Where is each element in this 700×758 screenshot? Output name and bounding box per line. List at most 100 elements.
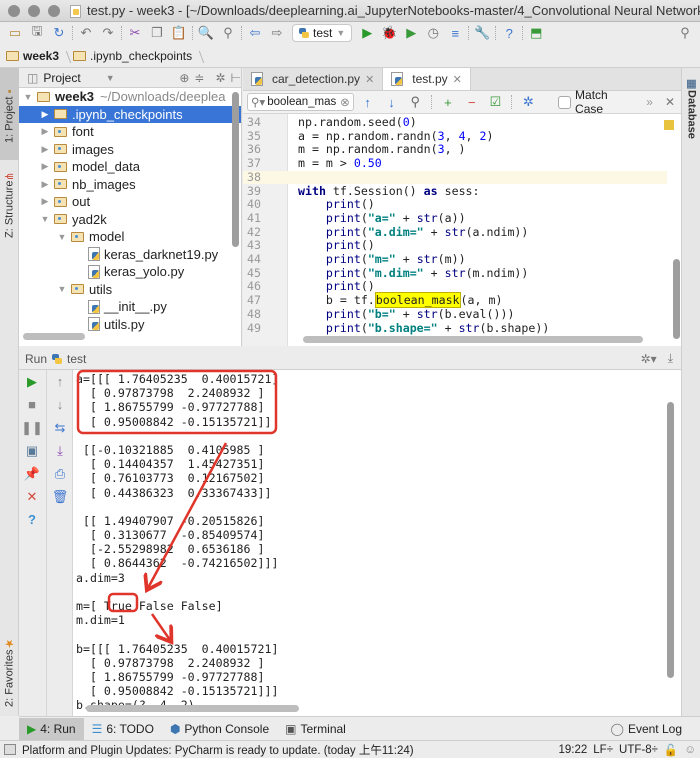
tab-project[interactable]: 1: Project ▪	[0, 68, 19, 160]
search-everywhere-icon[interactable]: ⚲	[674, 23, 696, 43]
breadcrumb-item[interactable]: .ipynb_checkpoints	[73, 49, 202, 63]
find-icon[interactable]: 🔍	[195, 23, 217, 43]
collapse-arrow-icon[interactable]: ▼	[57, 232, 67, 242]
back-icon[interactable]: ⇦	[244, 23, 266, 43]
debug-icon[interactable]: 🐞	[378, 23, 400, 43]
chevron-down-icon[interactable]: ▼	[106, 73, 115, 83]
forward-icon[interactable]: ⇨	[266, 23, 288, 43]
replace-icon[interactable]: ⚲	[217, 23, 239, 43]
sync-icon[interactable]: ↻	[48, 23, 70, 43]
line-separator-select[interactable]: LF÷	[593, 744, 613, 756]
find-all-icon[interactable]: ⚲	[405, 94, 425, 110]
close-find-icon[interactable]: ✕	[665, 95, 675, 109]
pause-icon[interactable]: ❚❚	[19, 416, 45, 439]
collapse-all-icon[interactable]: ≑	[194, 71, 204, 85]
undo-icon[interactable]: ↶	[75, 23, 97, 43]
gear-icon[interactable]: ✲	[215, 71, 225, 85]
find-input[interactable]: ⚲▾ boolean_mas ⊗	[247, 93, 354, 111]
run-icon[interactable]: ▶	[356, 23, 378, 43]
open-folder-icon[interactable]: ▭	[4, 23, 26, 43]
expand-arrow-icon[interactable]: ▶	[40, 161, 50, 172]
gear-icon[interactable]: ✲	[518, 94, 538, 110]
run-config-tab[interactable]: test	[67, 352, 86, 366]
more-options-icon[interactable]: »	[646, 95, 653, 109]
project-horizontal-scrollbar[interactable]	[23, 333, 85, 340]
tree-item[interactable]: ▶ .ipynb_checkpoints	[19, 105, 241, 123]
tree-item[interactable]: ▼ week3 ~/Downloads/deeplea	[19, 88, 241, 106]
gear-icon[interactable]: ✲▾	[641, 352, 657, 366]
breadcrumb-item[interactable]: week3	[6, 49, 69, 63]
tree-item[interactable]: ▼ utils	[19, 281, 241, 299]
settings-icon[interactable]: 🔧	[471, 23, 493, 43]
tree-item[interactable]: ▶ out	[19, 193, 241, 211]
cut-icon[interactable]: ✂	[124, 23, 146, 43]
stop-icon[interactable]: ■	[19, 393, 45, 416]
bottom-tab[interactable]: ⬢ Python Console	[162, 718, 277, 740]
status-message[interactable]: Platform and Plugin Updates: PyCharm is …	[22, 742, 414, 758]
close-tab-icon[interactable]: ✕	[453, 73, 462, 86]
expand-arrow-icon[interactable]: ▶	[40, 126, 50, 137]
help-icon[interactable]: ?	[19, 508, 45, 531]
bottom-tab[interactable]: ▣ Terminal	[277, 718, 354, 740]
profile-icon[interactable]: ◷	[422, 23, 444, 43]
encoding-select[interactable]: UTF-8÷	[619, 744, 658, 756]
editor-tab[interactable]: test.py ✕	[383, 68, 471, 90]
clear-all-icon[interactable]: 🗑	[47, 485, 73, 508]
collapse-arrow-icon[interactable]: ▼	[57, 284, 67, 294]
bottom-tab[interactable]: ▶ 4: Run	[19, 717, 84, 740]
paste-icon[interactable]: 📋	[168, 23, 190, 43]
select-all-occurrences-icon[interactable]: ☑	[486, 94, 506, 110]
tab-favorites[interactable]: 2: Favorites ★	[0, 628, 19, 716]
tree-item[interactable]: ▼ yad2k	[19, 211, 241, 229]
console-horizontal-scrollbar[interactable]	[86, 705, 299, 712]
warning-marker[interactable]	[664, 120, 674, 130]
rerun-icon[interactable]: ▶	[19, 370, 45, 393]
console-output[interactable]: a=[[[ 1.76405235 0.40015721] [ 0.9787379…	[76, 370, 656, 712]
lock-icon[interactable]: 🔓	[664, 743, 678, 757]
close-tab-icon[interactable]: ✕	[365, 73, 374, 86]
next-occurrence-icon[interactable]: ↓	[382, 95, 402, 110]
scroll-up-icon[interactable]: ↑	[47, 370, 73, 393]
toggle-tool-windows-icon[interactable]	[4, 744, 16, 755]
hide-panel-icon[interactable]: ⊢	[231, 71, 241, 85]
tree-item[interactable]: keras_darknet19.py	[19, 246, 241, 264]
add-occurrence-icon[interactable]: +	[438, 95, 458, 110]
print-icon[interactable]: ⎙	[47, 462, 73, 485]
clear-search-icon[interactable]: ⊗	[340, 95, 350, 109]
coverage-icon[interactable]: ▶	[400, 23, 422, 43]
zoom-window-button[interactable]	[48, 4, 60, 17]
scroll-down-icon[interactable]: ↓	[47, 393, 73, 416]
inspector-icon[interactable]: ☺	[684, 744, 696, 756]
collapse-arrow-icon[interactable]: ▼	[40, 214, 50, 224]
editor-tab[interactable]: car_detection.py ✕	[243, 68, 384, 90]
copy-icon[interactable]: ❐	[146, 23, 168, 43]
remove-occurrence-icon[interactable]: −	[462, 95, 482, 110]
project-vertical-scrollbar[interactable]	[232, 92, 239, 247]
restore-layout-icon[interactable]: ▣	[19, 439, 45, 462]
tree-item[interactable]: utils.py	[19, 316, 241, 334]
run-config-select[interactable]: test ▼	[292, 24, 353, 42]
match-case-label[interactable]: Match Case	[575, 88, 638, 116]
event-log-tab[interactable]: ◯ Event Log	[603, 718, 690, 740]
tab-structure[interactable]: Z: Structure ⋔	[0, 160, 19, 250]
scroll-to-end-icon[interactable]: ⤓	[47, 439, 73, 462]
tree-item[interactable]: ▶ font	[19, 123, 241, 141]
close-window-button[interactable]	[8, 4, 20, 17]
caret-position[interactable]: 19:22	[559, 744, 588, 756]
tree-item[interactable]: ▶ nb_images	[19, 176, 241, 194]
soft-wrap-icon[interactable]: ⇆	[47, 416, 73, 439]
concurrency-icon[interactable]: ≡	[444, 23, 466, 43]
expand-arrow-icon[interactable]: ▶	[40, 144, 50, 155]
tree-item[interactable]: ▶ images	[19, 141, 241, 159]
expand-arrow-icon[interactable]: ▶	[40, 109, 50, 120]
pin-tab-icon[interactable]: 📌	[19, 462, 45, 485]
editor-horizontal-scrollbar[interactable]	[303, 336, 643, 343]
redo-icon[interactable]: ↷	[97, 23, 119, 43]
close-icon[interactable]: ✕	[19, 485, 45, 508]
help-icon[interactable]: ?	[498, 23, 520, 43]
code-area[interactable]: 34 np.random.seed(0) 35 a = np.random.randn…	[243, 114, 681, 346]
save-icon[interactable]: 🖫	[26, 23, 48, 43]
expand-arrow-icon[interactable]: ▶	[40, 196, 50, 207]
tree-item[interactable]: keras_yolo.py	[19, 263, 241, 281]
tab-database[interactable]: ▦ Database	[682, 68, 700, 148]
